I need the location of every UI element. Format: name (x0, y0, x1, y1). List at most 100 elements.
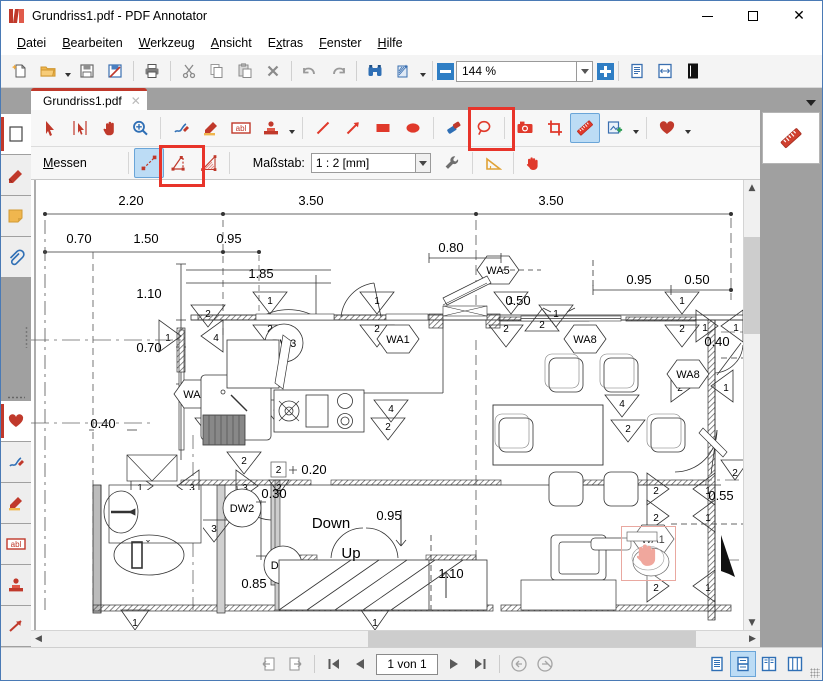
page-indicator-input[interactable]: 1 von 1 (376, 653, 438, 675)
sidebar-textbox-button[interactable]: abl (1, 524, 31, 564)
single-page-view-button[interactable] (623, 57, 651, 85)
scale-dropdown-arrow[interactable] (414, 153, 431, 173)
next-view-button[interactable] (282, 651, 308, 677)
view-mode-single-page[interactable] (704, 651, 730, 677)
copy-button[interactable] (203, 57, 231, 85)
tool-textbox[interactable]: abl (226, 113, 256, 143)
sidebar-favorites-button[interactable] (1, 401, 31, 441)
tool-favorites-dropdown[interactable] (682, 115, 693, 141)
find-button[interactable] (361, 57, 389, 85)
page-effects-button[interactable] (389, 57, 417, 85)
menu-werkzeug[interactable]: Werkzeug (131, 33, 203, 53)
view-mode-facing[interactable] (756, 651, 782, 677)
tool-crop[interactable] (540, 113, 570, 143)
tool-rectangle[interactable] (368, 113, 398, 143)
menu-datei[interactable]: Datei (9, 33, 54, 53)
go-back-button[interactable] (506, 651, 532, 677)
measure-perimeter-button[interactable] (164, 148, 194, 178)
tab-grundriss1-pdf[interactable]: Grundriss1.pdf ✕ (31, 88, 147, 110)
tool-add-stamp[interactable] (600, 113, 630, 143)
scroll-left-arrow-icon[interactable]: ◀ (31, 631, 46, 647)
sidebar-pages-button[interactable] (1, 114, 31, 154)
horizontal-scrollbar[interactable]: ◀ ▶ (31, 630, 760, 647)
tool-measure[interactable] (570, 113, 600, 143)
zoom-combobox[interactable]: 144 % (456, 60, 593, 82)
print-button[interactable] (138, 57, 166, 85)
measure-settings-button[interactable] (437, 148, 467, 178)
save-annotations-button[interactable] (101, 57, 129, 85)
fit-page-button[interactable] (679, 57, 707, 85)
tool-select-area[interactable] (65, 113, 95, 143)
resize-grip[interactable] (810, 668, 820, 678)
first-page-button[interactable] (321, 651, 347, 677)
tool-snapshot[interactable] (510, 113, 540, 143)
sidebar-arrow-button[interactable] (1, 606, 31, 646)
sidebar-notes-button[interactable] (1, 196, 31, 236)
page-effects-dropdown[interactable] (417, 58, 428, 84)
sidebar-highlighter-button[interactable] (1, 483, 31, 523)
sidebar-attachments-button[interactable] (1, 237, 31, 277)
tool-pen[interactable] (166, 113, 196, 143)
tab-close-icon[interactable]: ✕ (131, 94, 141, 108)
tool-zoom[interactable] (125, 113, 155, 143)
pdf-page-canvas[interactable]: 2.20 3.50 3.50 0.70 1.50 0.95 1.85 1.10 … (31, 180, 743, 630)
measure-clear-button[interactable] (519, 148, 549, 178)
sidebar-grip-dots[interactable] (25, 326, 28, 349)
menu-hilfe[interactable]: Hilfe (370, 33, 411, 53)
scale-input[interactable]: 1 : 2 [mm] (310, 153, 415, 173)
horizontal-scroll-thumb[interactable] (367, 631, 697, 647)
view-mode-continuous[interactable] (730, 651, 756, 677)
fit-width-button[interactable] (651, 57, 679, 85)
sidebar-pen-button[interactable] (1, 442, 31, 482)
tool-favorites[interactable] (652, 113, 682, 143)
open-dropdown[interactable] (62, 58, 73, 84)
tool-stamp[interactable] (256, 113, 286, 143)
scroll-up-arrow-icon[interactable]: ▲ (744, 180, 760, 195)
scroll-down-arrow-icon[interactable]: ▼ (744, 615, 760, 630)
next-page-button[interactable] (441, 651, 467, 677)
tool-highlighter[interactable] (196, 113, 226, 143)
close-button[interactable]: ✕ (776, 1, 822, 31)
tab-overflow-chevron-down-icon[interactable] (806, 100, 816, 106)
minimize-button[interactable] (684, 1, 730, 31)
new-document-button[interactable] (6, 57, 34, 85)
cut-button[interactable] (175, 57, 203, 85)
zoom-out-button[interactable] (437, 62, 454, 80)
save-button[interactable] (73, 57, 101, 85)
open-document-button[interactable] (34, 57, 62, 85)
menu-fenster[interactable]: Fenster (311, 33, 369, 53)
delete-button[interactable] (259, 57, 287, 85)
tool-lasso[interactable] (469, 113, 499, 143)
previous-page-button[interactable] (347, 651, 373, 677)
go-forward-button[interactable] (532, 651, 558, 677)
zoom-in-button[interactable] (597, 62, 614, 80)
measure-distance-button[interactable] (133, 148, 164, 178)
undo-button[interactable] (296, 57, 324, 85)
menu-bearbeiten[interactable]: Bearbeiten (54, 33, 130, 53)
vertical-scrollbar[interactable]: ▲ ▼ (743, 180, 760, 630)
vertical-scroll-thumb[interactable] (744, 237, 760, 334)
view-mode-grid[interactable] (782, 651, 808, 677)
menu-extras[interactable]: Extras (260, 33, 311, 53)
last-page-button[interactable] (467, 651, 493, 677)
redo-button[interactable] (324, 57, 352, 85)
sidebar-marker-button[interactable] (1, 155, 31, 195)
favorite-ruler-tool-card[interactable] (762, 112, 820, 164)
previous-view-button[interactable] (256, 651, 282, 677)
menu-ansicht[interactable]: Ansicht (203, 33, 260, 53)
horizontal-scroll-track[interactable] (46, 631, 745, 647)
zoom-dropdown-arrow[interactable] (576, 60, 593, 82)
maximize-button[interactable] (730, 1, 776, 31)
sidebar-stamp-button[interactable] (1, 565, 31, 605)
zoom-input[interactable]: 144 % (456, 60, 576, 82)
measure-area-button[interactable] (194, 148, 224, 178)
tool-ellipse[interactable] (398, 113, 428, 143)
vertical-scroll-track[interactable] (744, 195, 760, 615)
tool-add-stamp-dropdown[interactable] (630, 115, 641, 141)
paste-button[interactable] (231, 57, 259, 85)
scroll-right-arrow-icon[interactable]: ▶ (745, 631, 760, 647)
tool-select-arrow[interactable] (35, 113, 65, 143)
tool-stamp-dropdown[interactable] (286, 115, 297, 141)
tool-arrow[interactable] (338, 113, 368, 143)
sidebar-splitter[interactable] (1, 393, 31, 401)
